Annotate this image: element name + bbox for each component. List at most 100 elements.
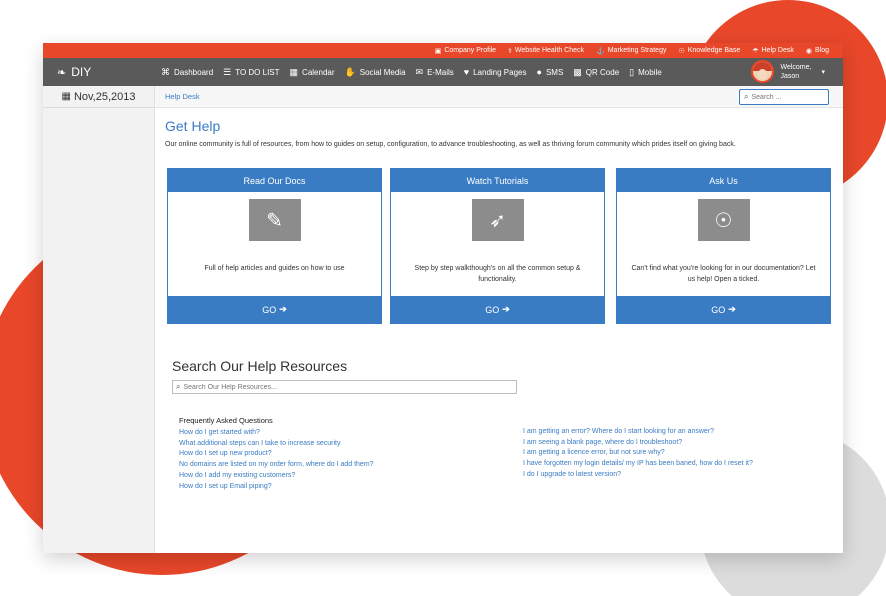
top-link-blog[interactable]: ◉ Blog xyxy=(806,47,829,55)
breadcrumb: Help Desk ⌕ xyxy=(155,86,843,108)
nav-item-label: Mobile xyxy=(638,67,662,77)
main-navbar: ❧ DIY ⌘ Dashboard ☰ TO DO LIST ▦ Calenda… xyxy=(43,58,843,86)
card-title: Read Our Docs xyxy=(168,169,381,192)
card-description: Can't find what you're looking for in ou… xyxy=(631,265,816,283)
card-description: Full of help articles and guides on how … xyxy=(204,265,345,272)
go-label: GO xyxy=(485,304,500,315)
search-icon: ⌕ xyxy=(176,382,181,391)
faq-heading: Frequently Asked Questions xyxy=(179,416,273,425)
nav-item-label: Social Media xyxy=(359,67,406,77)
nav-item-label: Landing Pages xyxy=(473,67,527,77)
user-greeting: Welcome, Jason xyxy=(780,63,811,81)
arrow-right-icon: ➔ xyxy=(728,304,736,314)
comment-icon: ● xyxy=(536,67,542,77)
envelope-icon: ✉ xyxy=(415,66,424,77)
card-ask-us: Ask Us ☉ Can't find what you're looking … xyxy=(616,168,831,324)
faq-link[interactable]: How do I add my existing customers? xyxy=(179,471,374,482)
nav-item-sms[interactable]: ● SMS xyxy=(537,67,564,77)
rocket-icon: ➶ xyxy=(471,199,524,241)
date-text: Nov,25,2013 xyxy=(73,90,136,103)
top-link-label: Knowledge Base xyxy=(687,47,741,54)
faq-link[interactable]: I am seeing a blank page, where do I tro… xyxy=(523,438,753,449)
top-link-help-desk[interactable]: ☂ Help Desk xyxy=(752,47,794,55)
arrow-right-icon: ➔ xyxy=(502,304,510,314)
edit-icon: ✎ xyxy=(248,199,301,241)
dashboard-icon: ⌘ xyxy=(161,66,170,77)
faq-link[interactable]: How do I set up Email piping? xyxy=(179,482,374,493)
umbrella-icon: ☂ xyxy=(752,47,759,55)
nav-item-label: TO DO LIST xyxy=(235,67,280,77)
mobile-icon: ▯ xyxy=(629,66,635,77)
user-menu[interactable]: Welcome, Jason ▾ xyxy=(751,60,825,83)
top-link-knowledge-base[interactable]: ☉ Knowledge Base xyxy=(678,47,740,55)
brand-logo[interactable]: ❧ DIY xyxy=(43,65,161,79)
nav-item-mobile[interactable]: ▯ Mobile xyxy=(629,67,662,78)
top-link-label: Blog xyxy=(814,47,829,54)
go-label: GO xyxy=(262,304,277,315)
top-link-label: Website Health Check xyxy=(514,47,584,54)
card-watch-tutorials: Watch Tutorials ➶ Step by step walkthoug… xyxy=(390,168,605,324)
top-search-box[interactable]: ⌕ xyxy=(739,89,829,105)
nav-item-dashboard[interactable]: ⌘ Dashboard xyxy=(161,67,213,78)
faq-link[interactable]: I have forgotten my login details/ my IP… xyxy=(523,459,753,470)
current-date: ▦ Nov,25,2013 xyxy=(43,86,154,108)
nav-item-qr-code[interactable]: ▩ QR Code xyxy=(573,67,619,78)
card-title: Watch Tutorials xyxy=(391,169,604,192)
read-docs-go-button[interactable]: GO ➔ xyxy=(168,296,381,323)
faq-link[interactable]: How do I get started with? xyxy=(179,428,374,439)
faq-list-left: How do I get started with? What addition… xyxy=(179,428,374,492)
main-content: Help Desk ⌕ Get Help Our online communit… xyxy=(155,86,843,553)
faq-link[interactable]: I do I upgrade to latest version? xyxy=(523,470,753,481)
welcome-text: Welcome, xyxy=(780,63,812,71)
heart-icon: ♥ xyxy=(463,67,470,77)
chevron-down-icon[interactable]: ▾ xyxy=(821,68,825,76)
ask-us-go-button[interactable]: GO ➔ xyxy=(617,296,830,323)
faq-link[interactable]: No domains are listed on my order form, … xyxy=(179,460,374,471)
breadcrumb-help-desk[interactable]: Help Desk xyxy=(165,92,200,101)
nav-item-emails[interactable]: ✉ E-Mails xyxy=(416,67,454,78)
comments-icon: ◉ xyxy=(805,47,812,55)
nav-item-label: Calendar xyxy=(302,67,335,77)
avatar xyxy=(751,60,775,83)
nav-item-landing-pages[interactable]: ♥ Landing Pages xyxy=(464,67,527,77)
arrow-right-icon: ➔ xyxy=(279,304,287,314)
top-link-marketing-strategy[interactable]: ⚓ Marketing Strategy xyxy=(596,47,666,55)
top-link-bar: ▣ Company Profile ⚕ Website Health Check… xyxy=(43,43,843,58)
calendar-icon: ▦ xyxy=(289,66,299,77)
help-search-box[interactable]: ⌕ xyxy=(172,380,517,394)
nav-item-calendar[interactable]: ▦ Calendar xyxy=(290,67,335,78)
nav-item-label: Dashboard xyxy=(174,67,214,77)
leaf-icon: ❧ xyxy=(57,66,67,79)
faq-link[interactable]: What additional steps can I take to incr… xyxy=(179,439,374,450)
faq-link[interactable]: How do I set up new product? xyxy=(179,449,374,460)
list-icon: ☰ xyxy=(223,66,232,77)
card-title: Ask Us xyxy=(617,169,830,192)
lightbulb-icon: ☉ xyxy=(678,47,685,55)
top-link-website-health-check[interactable]: ⚕ Website Health Check xyxy=(508,47,584,55)
faq-link[interactable]: I am getting an error? Where do I start … xyxy=(523,427,753,438)
faq-link[interactable]: I am getting a licence error, but not su… xyxy=(523,448,753,459)
card-description: Step by step walkthough's on all the com… xyxy=(414,265,581,283)
app-window: ▣ Company Profile ⚕ Website Health Check… xyxy=(43,43,843,553)
help-search-input[interactable] xyxy=(183,383,504,391)
brand-name: DIY xyxy=(71,65,92,79)
top-link-company-profile[interactable]: ▣ Company Profile xyxy=(435,47,496,55)
user-name: Jason xyxy=(780,72,800,80)
search-icon: ⌕ xyxy=(744,92,749,101)
top-link-label: Marketing Strategy xyxy=(607,47,667,54)
qrcode-icon: ▩ xyxy=(573,66,582,77)
nav-menu: ⌘ Dashboard ☰ TO DO LIST ▦ Calendar ✋ So… xyxy=(161,67,672,78)
anchor-icon: ⚓ xyxy=(596,47,605,55)
calendar-icon: ▦ xyxy=(61,91,71,102)
building-icon: ▣ xyxy=(434,47,442,55)
go-label: GO xyxy=(711,304,726,315)
card-read-our-docs: Read Our Docs ✎ Full of help articles an… xyxy=(167,168,382,324)
watch-tutorials-go-button[interactable]: GO ➔ xyxy=(391,296,604,323)
page-title: Get Help xyxy=(165,118,221,134)
nav-item-todo-list[interactable]: ☰ TO DO LIST xyxy=(223,67,279,78)
help-search-title: Search Our Help Resources xyxy=(172,358,348,374)
faq-list-right: I am getting an error? Where do I start … xyxy=(523,427,753,481)
thumbs-up-icon: ✋ xyxy=(344,66,356,77)
nav-item-social-media[interactable]: ✋ Social Media xyxy=(345,67,406,78)
top-search-input[interactable] xyxy=(751,93,822,101)
